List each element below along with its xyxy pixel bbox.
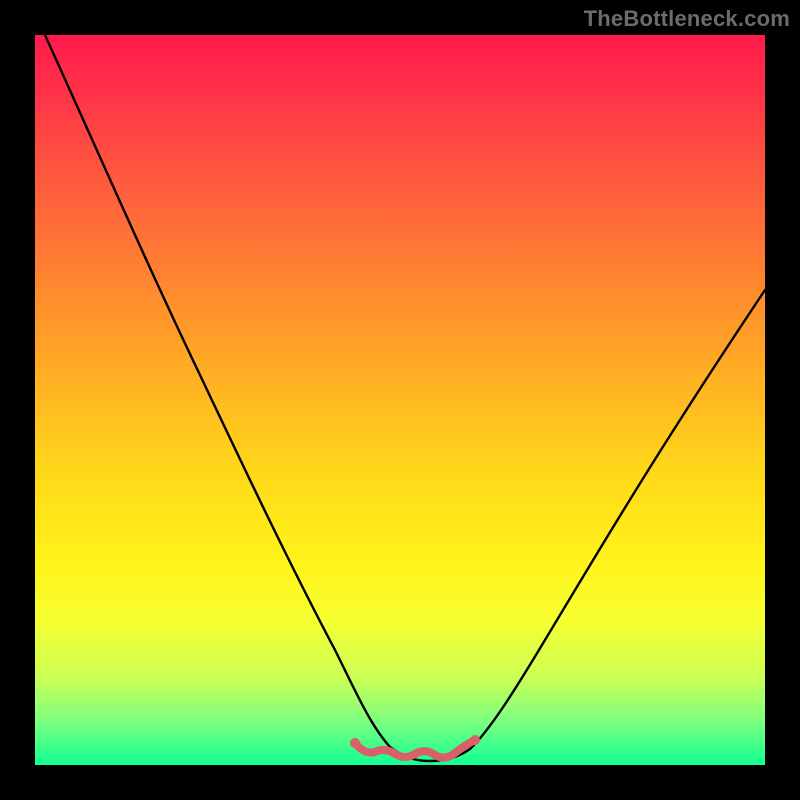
highlight-dot-left [350, 738, 360, 748]
highlight-dot-right [470, 735, 480, 745]
watermark-text: TheBottleneck.com [584, 6, 790, 32]
bottleneck-curve [45, 35, 765, 761]
bottom-highlight [355, 740, 475, 758]
plot-area [35, 35, 765, 765]
chart-frame: TheBottleneck.com [0, 0, 800, 800]
chart-svg [35, 35, 765, 765]
